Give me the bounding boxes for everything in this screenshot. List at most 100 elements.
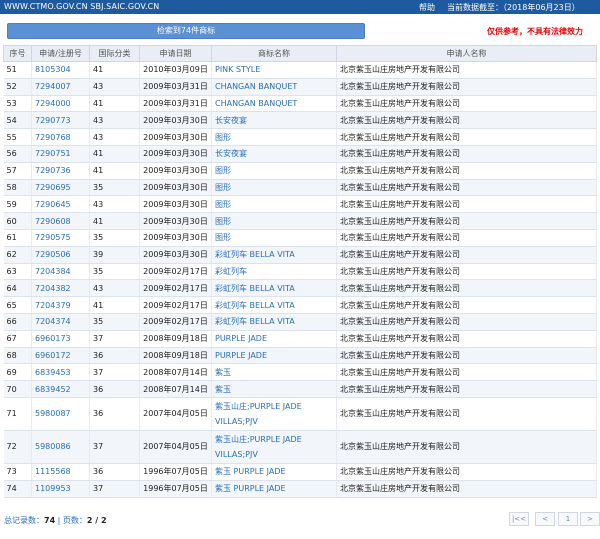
cell-date: 2009年03月30日: [139, 195, 212, 214]
cell-applicant: 北京紫玉山庄房地产开发有限公司: [336, 195, 597, 214]
cell-mark-name[interactable]: PURPLE JADE: [211, 347, 337, 365]
cell-class: 41: [89, 212, 140, 230]
cell-mark-name[interactable]: 彩虹列车 BELLA VITA: [211, 296, 337, 314]
cell-class: 43: [89, 78, 140, 96]
cell-reg-no[interactable]: 6960173: [31, 330, 90, 348]
cell-mark-name[interactable]: CHANGAN BANQUET: [211, 95, 337, 113]
cell-reg-no[interactable]: 1115568: [31, 463, 90, 481]
cell-reg-no[interactable]: 6839452: [31, 380, 90, 398]
table-row: 51 8105304 41 2010年03月09日 PINK STYLE 北京紫玉山庄房地…: [3, 61, 597, 79]
cell-index: 65: [3, 296, 32, 314]
table-row: 58 7290695 35 2009年03月30日 图形 北京紫玉山庄房地产开发有限公司: [3, 179, 597, 197]
table-row: 71 5980087 36 2007年04月05日 紫玉山庄;PURPLE JADE V…: [3, 397, 597, 431]
cell-index: 56: [3, 145, 32, 163]
cell-mark-name[interactable]: 图形: [211, 128, 337, 146]
cell-date: 2008年09月18日: [139, 330, 212, 348]
table-row: 55 7290768 43 2009年03月30日 图形 北京紫玉山庄房地产开发有限公司: [3, 128, 597, 146]
cell-date: 2009年03月30日: [139, 229, 212, 247]
pager-next-button[interactable]: >: [580, 512, 600, 526]
cell-reg-no[interactable]: 7204382: [31, 279, 90, 298]
cell-mark-name[interactable]: 图形: [211, 195, 337, 214]
cell-applicant: 北京紫玉山庄房地产开发有限公司: [336, 95, 597, 113]
col-header-applicant: 申请人名称: [336, 45, 597, 62]
cell-mark-name[interactable]: PINK STYLE: [211, 61, 337, 79]
pager-current-page[interactable]: 1: [558, 512, 578, 526]
cell-applicant: 北京紫玉山庄房地产开发有限公司: [336, 78, 597, 96]
cell-applicant: 北京紫玉山庄房地产开发有限公司: [336, 430, 597, 464]
cell-date: 2009年03月30日: [139, 212, 212, 230]
cell-date: 1996年07月05日: [139, 480, 212, 498]
cell-date: 2008年07月14日: [139, 363, 212, 382]
table-header-row: 序号 申请/注册号 国际分类 申请日期 商标名称 申请人名称: [3, 45, 597, 62]
cell-reg-no[interactable]: 6960172: [31, 347, 90, 365]
cell-mark-name[interactable]: 紫玉 PURPLE JADE: [211, 463, 337, 481]
cell-reg-no[interactable]: 7290575: [31, 229, 90, 247]
cell-mark-name[interactable]: 图形: [211, 162, 337, 180]
cell-class: 43: [89, 111, 140, 130]
cell-class: 43: [89, 128, 140, 146]
help-link[interactable]: 帮助: [419, 2, 435, 13]
top-bar: WWW.CTMO.GOV.CN SBJ.SAIC.GOV.CN 帮助 当前数据截…: [0, 0, 600, 14]
cell-mark-name[interactable]: 图形: [211, 212, 337, 230]
cell-reg-no[interactable]: 7290506: [31, 246, 90, 264]
cell-reg-no[interactable]: 8105304: [31, 61, 90, 79]
cell-index: 66: [3, 313, 32, 331]
cell-mark-name[interactable]: 紫玉山庄;PURPLE JADE VILLAS;PJV: [211, 430, 337, 464]
cell-class: 36: [89, 347, 140, 365]
cell-index: 53: [3, 95, 32, 113]
cell-reg-no[interactable]: 7204379: [31, 296, 90, 314]
cell-mark-name[interactable]: 长安夜宴: [211, 111, 337, 130]
pager-first-button[interactable]: |<<: [509, 512, 529, 526]
cell-mark-name[interactable]: PURPLE JADE: [211, 330, 337, 348]
cell-mark-name[interactable]: 长安夜宴: [211, 145, 337, 163]
cell-mark-name[interactable]: 彩虹列车 BELLA VITA: [211, 313, 337, 331]
cell-reg-no[interactable]: 7290768: [31, 128, 90, 146]
cell-reg-no[interactable]: 7204374: [31, 313, 90, 331]
col-header-mark-name: 商标名称: [211, 45, 337, 62]
cell-reg-no[interactable]: 7290751: [31, 145, 90, 163]
cell-mark-name[interactable]: 紫玉: [211, 363, 337, 382]
table-row: 60 7290608 41 2009年03月30日 图形 北京紫玉山庄房地产开发有限公司: [3, 212, 597, 230]
search-result-button[interactable]: 检索到74件商标: [7, 23, 365, 39]
table-row: 56 7290751 41 2009年03月30日 长安夜宴 北京紫玉山庄房地产开发有限公…: [3, 145, 597, 163]
table-row: 69 6839453 37 2008年07月14日 紫玉 北京紫玉山庄房地产开发有限公司: [3, 363, 597, 382]
pager-prev-button[interactable]: <: [535, 512, 555, 526]
cell-date: 2009年03月30日: [139, 246, 212, 264]
cell-reg-no[interactable]: 7290695: [31, 179, 90, 197]
table-row: 68 6960172 36 2008年09月18日 PURPLE JADE 北京紫玉山庄房…: [3, 347, 597, 365]
cell-reg-no[interactable]: 7294000: [31, 95, 90, 113]
cell-mark-name[interactable]: 彩虹列车 BELLA VITA: [211, 279, 337, 298]
cell-reg-no[interactable]: 7290608: [31, 212, 90, 230]
cell-applicant: 北京紫玉山庄房地产开发有限公司: [336, 162, 597, 180]
cell-mark-name[interactable]: 紫玉山庄;PURPLE JADE VILLAS;PJV: [211, 397, 337, 431]
cell-reg-no[interactable]: 7204384: [31, 263, 90, 281]
cell-mark-name[interactable]: 彩虹列车 BELLA VITA: [211, 246, 337, 264]
table-row: 63 7204384 35 2009年02月17日 彩虹列车 北京紫玉山庄房地产开发有限公…: [3, 263, 597, 281]
table-row: 52 7294007 43 2009年03月31日 CHANGAN BANQUET 北京紫…: [3, 78, 597, 96]
cell-index: 62: [3, 246, 32, 264]
cell-reg-no[interactable]: 7290645: [31, 195, 90, 214]
cell-date: 2010年03月09日: [139, 61, 212, 79]
cell-reg-no[interactable]: 7290736: [31, 162, 90, 180]
cell-mark-name[interactable]: 图形: [211, 229, 337, 247]
cell-applicant: 北京紫玉山庄房地产开发有限公司: [336, 347, 597, 365]
cell-mark-name[interactable]: CHANGAN BANQUET: [211, 78, 337, 96]
cell-reg-no[interactable]: 5980086: [31, 430, 90, 464]
cell-class: 43: [89, 195, 140, 214]
cell-index: 61: [3, 229, 32, 247]
cell-mark-name[interactable]: 紫玉 PURPLE JADE: [211, 480, 337, 498]
cell-reg-no[interactable]: 7294007: [31, 78, 90, 96]
cell-reg-no[interactable]: 1109953: [31, 480, 90, 498]
cell-date: 2009年03月31日: [139, 95, 212, 113]
cell-reg-no[interactable]: 6839453: [31, 363, 90, 382]
cell-mark-name[interactable]: 图形: [211, 179, 337, 197]
cell-mark-name[interactable]: 彩虹列车: [211, 263, 337, 281]
cell-mark-name[interactable]: 紫玉: [211, 380, 337, 398]
cell-reg-no[interactable]: 7290773: [31, 111, 90, 130]
cell-index: 68: [3, 347, 32, 365]
cell-applicant: 北京紫玉山庄房地产开发有限公司: [336, 179, 597, 197]
cell-index: 60: [3, 212, 32, 230]
cell-reg-no[interactable]: 5980087: [31, 397, 90, 431]
table-row: 67 6960173 37 2008年09月18日 PURPLE JADE 北京紫玉山庄房…: [3, 330, 597, 348]
table-row: 61 7290575 35 2009年03月30日 图形 北京紫玉山庄房地产开发有限公司: [3, 229, 597, 247]
